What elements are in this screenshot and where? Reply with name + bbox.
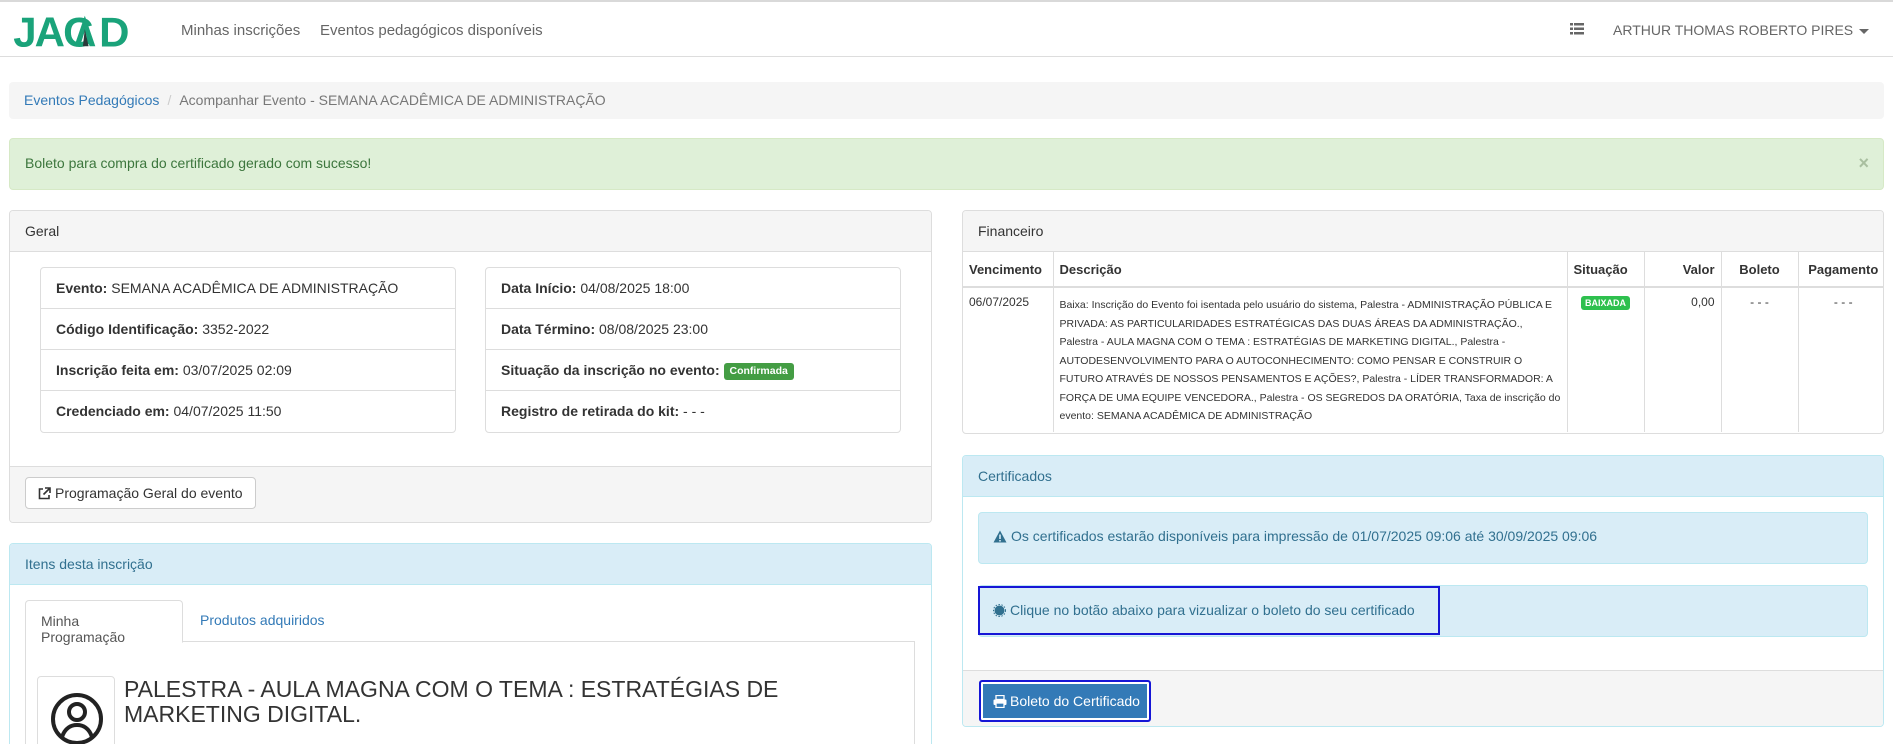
boleto-certificado-button[interactable]: Boleto do Certificado — [979, 680, 1151, 722]
programacao-geral-button[interactable]: Programação Geral do evento — [25, 477, 256, 509]
top-navbar: JAC D Minhas inscrições Eventos pedagógi… — [0, 0, 1893, 57]
certificados-hint-highlight: Clique no botão abaixo para vizualizar o… — [978, 586, 1440, 635]
nav-link-eventos-disponiveis[interactable]: Eventos pedagógicos disponíveis — [320, 22, 543, 39]
svg-text:D: D — [99, 10, 128, 52]
info-label: Evento: — [56, 280, 108, 296]
col-valor: Valor — [1644, 252, 1722, 288]
programacao-geral-label: Programação Geral do evento — [55, 485, 243, 501]
panel-financeiro: Financeiro Vencimento Descrição Situação… — [962, 210, 1884, 434]
list-icon[interactable] — [1570, 23, 1584, 35]
info-label: Credenciado em: — [56, 403, 170, 419]
info-label: Situação da inscrição no evento: — [501, 362, 720, 378]
itens-tabs: Minha Programação Produtos adquiridos — [25, 600, 915, 645]
user-name: ARTHUR THOMAS ROBERTO PIRES — [1613, 22, 1854, 38]
info-value: 04/07/2025 11:50 — [173, 403, 282, 419]
info-kit: Registro de retirada do kit: - - - — [486, 391, 900, 432]
cell-descricao: Baixa: Inscrição do Evento foi isentada … — [1053, 287, 1568, 432]
status-badge: Confirmada — [723, 363, 794, 380]
event-title: PALESTRA - AULA MAGNA COM O TEMA : ESTRA… — [124, 676, 779, 727]
info-inscricao: Inscrição feita em: 03/07/2025 02:09 — [41, 350, 455, 391]
status-badge: BAIXADA — [1580, 296, 1630, 310]
geral-info-right: Data Início: 04/08/2025 18:00 Data Térmi… — [485, 267, 901, 433]
col-vencimento: Vencimento — [963, 252, 1054, 288]
tab-produtos-adquiridos[interactable]: Produtos adquiridos — [185, 600, 340, 643]
table-row: 06/07/2025 Baixa: Inscrição do Evento fo… — [963, 287, 1883, 432]
success-alert: Boleto para compra do certificado gerado… — [9, 138, 1884, 190]
panel-financeiro-heading: Financeiro — [963, 211, 1883, 252]
close-icon[interactable]: × — [1858, 153, 1869, 174]
info-label: Data Término: — [501, 321, 596, 337]
breadcrumb: Eventos Pedagógicos / Acompanhar Evento - … — [9, 82, 1884, 119]
certificados-hint-text: Clique no botão abaixo para vizualizar o… — [1010, 602, 1415, 618]
info-label: Data Início: — [501, 280, 577, 296]
panel-geral-footer: Programação Geral do evento — [10, 466, 931, 522]
jacad-logo[interactable]: JAC D — [10, 10, 152, 52]
user-circle-icon — [51, 693, 103, 744]
table-header-row: Vencimento Descrição Situação Valor Bole… — [963, 252, 1883, 288]
info-label: Registro de retirada do kit: — [501, 403, 680, 419]
info-label: Inscrição feita em: — [56, 362, 179, 378]
cell-pagamento: - - - — [1833, 295, 1853, 309]
col-pagamento: Pagamento — [1798, 252, 1883, 288]
print-icon — [993, 694, 1007, 709]
user-menu[interactable]: ARTHUR THOMAS ROBERTO PIRES — [1613, 22, 1870, 38]
info-data-inicio: Data Início: 04/08/2025 18:00 — [486, 268, 900, 309]
breadcrumb-link-eventos[interactable]: Eventos Pedagógicos — [24, 92, 159, 108]
panel-geral: Geral Evento: SEMANA ACADÊMICA DE ADMINI… — [9, 210, 932, 523]
info-value: - - - — [683, 403, 705, 419]
breadcrumb-current: Acompanhar Evento - SEMANA ACADÊMICA DE … — [179, 92, 606, 108]
avatar — [37, 676, 115, 744]
panel-geral-heading: Geral — [10, 211, 931, 252]
info-situacao: Situação da inscrição no evento: Confirm… — [486, 350, 900, 391]
info-value: SEMANA ACADÊMICA DE ADMINISTRAÇÃO — [111, 280, 399, 296]
col-situacao: Situação — [1567, 252, 1645, 288]
panel-itens-heading: Itens desta inscrição — [10, 544, 931, 585]
caret-down-icon — [1859, 28, 1870, 34]
info-label: Código Identificação: — [56, 321, 199, 337]
info-value: 04/08/2025 18:00 — [580, 280, 690, 296]
info-credenciado: Credenciado em: 04/07/2025 11:50 — [41, 391, 455, 432]
financeiro-table: Vencimento Descrição Situação Valor Bole… — [963, 252, 1883, 432]
tab-minha-programacao[interactable]: Minha Programação — [25, 600, 183, 645]
tab-content: PALESTRA - AULA MAGNA COM O TEMA : ESTRA… — [25, 642, 915, 744]
info-codigo: Código Identificação: 3352-2022 — [41, 309, 455, 350]
col-boleto: Boleto — [1721, 252, 1799, 288]
cell-boleto: - - - — [1721, 287, 1799, 432]
breadcrumb-separator: / — [167, 92, 172, 108]
certificados-info-text: Os certificados estarão disponíveis para… — [1011, 528, 1598, 544]
info-value: 3352-2022 — [202, 321, 270, 337]
success-alert-message: Boleto para compra do certificado gerado… — [25, 155, 372, 171]
panel-certificados-heading: Certificados — [963, 456, 1883, 497]
certificados-info-alert: Os certificados estarão disponíveis para… — [978, 512, 1868, 564]
warning-icon — [993, 530, 1007, 543]
info-value: 03/07/2025 02:09 — [182, 362, 292, 378]
cell-vencimento: 06/07/2025 — [963, 287, 1054, 432]
certificate-icon — [993, 604, 1006, 617]
info-value: 08/08/2025 23:00 — [599, 321, 709, 337]
cell-situacao: BAIXADA — [1567, 287, 1645, 432]
cell-valor: 0,00 — [1644, 287, 1722, 432]
external-link-icon — [38, 487, 51, 500]
col-descricao: Descrição — [1053, 252, 1568, 288]
info-data-termino: Data Término: 08/08/2025 23:00 — [486, 309, 900, 350]
geral-info-left: Evento: SEMANA ACADÊMICA DE ADMINISTRAÇÃ… — [40, 267, 456, 433]
info-evento: Evento: SEMANA ACADÊMICA DE ADMINISTRAÇÃ… — [41, 268, 455, 309]
nav-link-minhas-inscricoes[interactable]: Minhas inscrições — [181, 22, 300, 39]
boleto-certificado-label: Boleto do Certificado — [1010, 693, 1140, 709]
